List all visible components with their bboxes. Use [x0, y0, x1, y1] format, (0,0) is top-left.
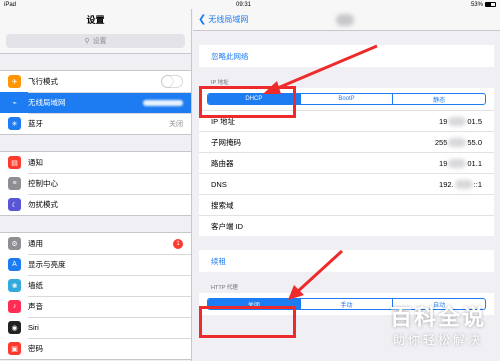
- watermark-logo: 百科全说 助你轻松解决: [380, 305, 496, 357]
- proxy-off-highlight-box: [199, 306, 296, 338]
- sidebar-item-label: 显示与亮度: [28, 260, 66, 269]
- passcode-icon: ▣: [8, 342, 21, 355]
- back-label: 无线局域网: [208, 15, 249, 24]
- sidebar-groups: ✈ 飞行模式 ⌁ 无线局域网 ✳ 蓝牙 关闭 ▤ 通知 ≡ 控制中心 ☾ 勿扰模式 ⚙ 通用 1 A 显示与亮度 ❀…: [0, 54, 191, 360]
- info-value-part: 192.: [439, 179, 454, 189]
- ip-mode-segment[interactable]: 静态: [392, 94, 485, 104]
- info-row: 子网掩码 255 55.0: [199, 131, 494, 152]
- airplane-icon: ✈: [8, 75, 21, 88]
- settings-group: ⚙ 通用 1 A 显示与亮度 ❀ 墙纸 ♪ 声音 ◉ Siri ▣ 密码: [0, 232, 191, 360]
- gear-icon: ⚙: [8, 237, 21, 250]
- sidebar-item-label: 声音: [28, 302, 43, 311]
- info-key: 搜索域: [211, 200, 234, 210]
- watermark-subtitle: 助你轻松解决: [392, 333, 483, 347]
- moon-icon: ☾: [8, 198, 21, 211]
- sidebar-item[interactable]: ⌁ 无线局域网: [0, 92, 191, 113]
- sidebar-item-label: 蓝牙: [28, 119, 43, 128]
- sidebar-item-label: Siri: [28, 323, 39, 332]
- sidebar-item[interactable]: ◉ Siri: [0, 317, 191, 338]
- settings-group: ▤ 通知 ≡ 控制中心 ☾ 勿扰模式: [0, 151, 191, 216]
- sidebar-item[interactable]: ≡ 控制中心: [0, 173, 191, 194]
- search-input[interactable]: ⚲ 设置: [6, 34, 185, 48]
- sound-icon: ♪: [8, 300, 21, 313]
- sidebar-item[interactable]: ▣ 密码: [0, 338, 191, 359]
- info-key: 路由器: [211, 158, 234, 168]
- sidebar-item-label: 密码: [28, 344, 43, 353]
- sidebar-item[interactable]: ✈ 飞行模式: [0, 71, 191, 92]
- info-row: 搜索域: [199, 194, 494, 215]
- nav-bar: ❮ 无线局域网: [193, 9, 500, 31]
- wifi-icon: ⌁: [8, 96, 21, 109]
- search-bar: ⚲ 设置: [0, 31, 191, 54]
- sidebar-item[interactable]: A 显示与亮度: [0, 254, 191, 275]
- control-center-icon: ≡: [8, 177, 21, 190]
- info-value-part: 255: [434, 137, 448, 147]
- info-value: 255 55.0: [434, 137, 482, 147]
- clock: 09:31: [235, 1, 251, 8]
- arrow-to-proxy-off: [288, 249, 344, 300]
- info-key: 客户端 ID: [211, 221, 244, 231]
- info-row: 路由器 19 01.1: [199, 152, 494, 173]
- status-right: 53%: [471, 2, 496, 8]
- info-value: 192.::1: [439, 179, 482, 189]
- info-row: 客户端 ID: [199, 215, 494, 236]
- info-row: DNS 192.::1: [199, 173, 494, 194]
- sidebar-item[interactable]: ☾ 勿扰模式: [0, 194, 191, 215]
- status-bar: iPad 09:31 53%: [0, 0, 500, 9]
- device-name: iPad: [4, 1, 17, 8]
- chevron-left-icon: ❮: [198, 14, 207, 25]
- watermark-title: 百科全说: [389, 305, 486, 330]
- airplane-mode-toggle[interactable]: [161, 75, 183, 88]
- sidebar-item-label: 通用: [28, 239, 43, 248]
- sidebar-item-label: 无线局域网: [28, 98, 66, 107]
- bluetooth-icon: ✳: [8, 117, 21, 130]
- display-icon: A: [8, 258, 21, 271]
- info-value-part: 01.5: [467, 116, 482, 126]
- sidebar-item-label: 勿扰模式: [28, 200, 58, 209]
- sidebar-item[interactable]: ▤ 通知: [0, 152, 191, 173]
- sidebar-item-label: 墙纸: [28, 281, 43, 290]
- sidebar-item-value: 关闭: [169, 120, 183, 128]
- sidebar-item[interactable]: ♪ 声音: [0, 296, 191, 317]
- redacted-digits: [448, 158, 467, 168]
- search-placeholder: 设置: [92, 38, 107, 45]
- arrow-to-dhcp: [263, 44, 378, 94]
- ip-info-list: IP 地址 19 01.5 子网掩码 255 55.0 路由器 19 01.1 DNS 192.::…: [199, 110, 494, 236]
- info-key: DNS: [211, 179, 227, 189]
- info-key: 子网掩码: [211, 137, 241, 147]
- redacted-digits: [454, 179, 473, 189]
- back-button[interactable]: ❮ 无线局域网: [193, 14, 248, 25]
- info-value-part: 01.1: [467, 158, 482, 168]
- sidebar-item[interactable]: ⚙ 通用 1: [0, 233, 191, 254]
- info-value: 19 01.1: [439, 158, 482, 168]
- sidebar-title: 设置: [0, 9, 191, 31]
- info-value: 19 01.5: [439, 116, 482, 126]
- wallpaper-icon: ❀: [8, 279, 21, 292]
- redacted-digits: [448, 137, 467, 147]
- sidebar-item[interactable]: ❀ 墙纸: [0, 275, 191, 296]
- redacted-digits: [448, 116, 467, 126]
- update-badge: 1: [173, 238, 183, 249]
- sidebar-item-label: 控制中心: [28, 179, 58, 188]
- battery-icon: [484, 2, 496, 7]
- info-value-part: 55.0: [467, 137, 482, 147]
- siri-icon: ◉: [8, 321, 21, 334]
- network-name-redacted: [336, 14, 354, 26]
- settings-sidebar: 设置 ⚲ 设置 ✈ 飞行模式 ⌁ 无线局域网 ✳ 蓝牙 关闭 ▤ 通知 ≡ 控制中心 ☾ 勿扰模式 ⚙ 通用…: [0, 9, 192, 361]
- sidebar-item-label: 通知: [28, 158, 43, 167]
- battery-percent: 53%: [470, 1, 483, 8]
- notification-icon: ▤: [8, 156, 21, 169]
- sidebar-item-label: 飞行模式: [28, 77, 58, 86]
- ssid-redacted: [143, 99, 183, 106]
- info-value-part: 19: [439, 158, 448, 168]
- search-icon: ⚲: [84, 38, 90, 45]
- sidebar-item[interactable]: ✳ 蓝牙 关闭: [0, 113, 191, 134]
- info-value-part: 19: [439, 116, 448, 126]
- settings-group: ✈ 飞行模式 ⌁ 无线局域网 ✳ 蓝牙 关闭: [0, 70, 191, 135]
- info-value-part: ::1: [473, 179, 482, 189]
